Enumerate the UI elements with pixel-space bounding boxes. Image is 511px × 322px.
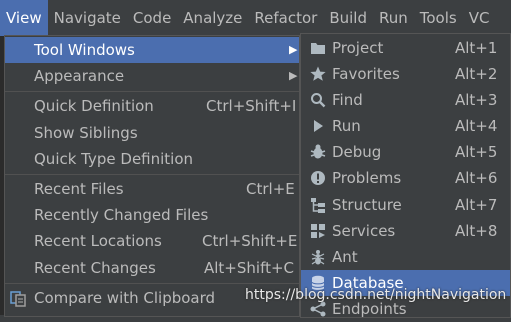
tool-window-find[interactable]: Find Alt+3 (301, 87, 510, 113)
menu-item-shortcut: Alt+6 (455, 169, 498, 187)
tool-window-run[interactable]: Run Alt+4 (301, 113, 510, 139)
menu-item-label: Tool Windows (34, 41, 135, 59)
menu-item-label: Quick Type Definition (34, 150, 194, 168)
view-menu-item-tool-windows[interactable]: Tool Windows ▶ (5, 37, 299, 63)
menu-navigate[interactable]: Navigate (48, 0, 127, 36)
star-icon (309, 65, 327, 83)
menu-item-label: Run (332, 117, 361, 135)
menu-item-label: Services (332, 222, 396, 240)
tool-window-problems[interactable]: Problems Alt+6 (301, 165, 510, 191)
view-menu-item-show-siblings[interactable]: Show Siblings (5, 120, 299, 146)
menu-item-label: Quick Definition (34, 97, 154, 115)
view-menu-item-quick-type-definition[interactable]: Quick Type Definition (5, 146, 299, 172)
menu-item-shortcut: Alt+Shift+C (204, 259, 295, 277)
tool-windows-submenu: Project Alt+1 Favorites Alt+2 Find Alt+3… (300, 33, 511, 318)
menu-item-label: Recent Files (34, 180, 124, 198)
search-icon (309, 91, 327, 109)
menu-item-label: Recent Locations (34, 232, 162, 250)
view-menu-item-recently-changed-files[interactable]: Recently Changed Files (5, 202, 299, 228)
warning-icon (309, 169, 327, 187)
menu-item-shortcut: Ctrl+Shift+E (202, 232, 298, 250)
menu-item-label: Debug (332, 143, 382, 161)
menu-vcs[interactable]: VC (463, 0, 496, 36)
menu-analyze[interactable]: Analyze (177, 0, 248, 36)
menu-item-label: Project (332, 39, 384, 57)
services-icon (309, 222, 327, 240)
compare-icon (9, 289, 27, 307)
menu-tools[interactable]: Tools (414, 0, 463, 36)
menu-item-label: Find (332, 91, 363, 109)
menu-separator (5, 283, 299, 284)
menu-refactor[interactable]: Refactor (248, 0, 323, 36)
menu-item-label: Compare with Clipboard (34, 289, 216, 307)
menu-separator (5, 91, 299, 92)
menu-run[interactable]: Run (373, 0, 414, 36)
view-menu-item-appearance[interactable]: Appearance ▶ (5, 63, 299, 89)
ant-icon (309, 248, 327, 266)
tool-window-favorites[interactable]: Favorites Alt+2 (301, 61, 510, 87)
bug-icon (309, 143, 327, 161)
menu-item-label: Problems (332, 169, 402, 187)
menu-item-shortcut: Alt+1 (455, 39, 498, 57)
menu-item-shortcut: Alt+4 (455, 117, 498, 135)
menu-item-label: Favorites (332, 65, 400, 83)
view-menu-item-quick-definition[interactable]: Quick Definition Ctrl+Shift+I (5, 93, 299, 119)
menu-item-label: Recent Changes (34, 259, 156, 277)
watermark-url: https://blog.csdn.net/nightNavigation (245, 287, 507, 303)
folder-icon (309, 39, 327, 57)
structure-icon (309, 196, 327, 214)
menu-item-label: Recently Changed Files (34, 206, 209, 224)
menu-item-shortcut: Alt+2 (455, 65, 498, 83)
menu-item-shortcut: Alt+5 (455, 143, 498, 161)
tool-window-debug[interactable]: Debug Alt+5 (301, 139, 510, 165)
submenu-arrow-icon: ▶ (289, 43, 298, 56)
submenu-arrow-icon: ▶ (289, 69, 298, 82)
menu-item-shortcut: Ctrl+Shift+I (206, 97, 297, 115)
menu-item-shortcut: Alt+7 (455, 196, 498, 214)
menu-item-label: Show Siblings (34, 124, 138, 142)
menu-item-shortcut: Alt+3 (455, 91, 498, 109)
play-icon (309, 117, 327, 135)
menu-item-shortcut: Alt+8 (455, 222, 498, 240)
menu-separator (5, 174, 299, 175)
menu-code[interactable]: Code (127, 0, 177, 36)
tool-window-project[interactable]: Project Alt+1 (301, 35, 510, 61)
tool-window-structure[interactable]: Structure Alt+7 (301, 192, 510, 218)
menu-item-shortcut: Ctrl+E (246, 180, 295, 198)
menu-item-label: Ant (332, 248, 358, 266)
view-menu-item-recent-locations[interactable]: Recent Locations Ctrl+Shift+E (5, 228, 299, 254)
menu-view[interactable]: View (0, 0, 48, 36)
menu-build[interactable]: Build (323, 0, 373, 36)
view-menu-item-recent-changes[interactable]: Recent Changes Alt+Shift+C (5, 255, 299, 281)
tool-window-ant[interactable]: Ant (301, 244, 510, 270)
menu-item-label: Appearance (34, 67, 125, 85)
menu-bar: View Navigate Code Analyze Refactor Buil… (0, 0, 511, 36)
view-menu: Tool Windows ▶ Appearance ▶ Quick Defini… (4, 35, 300, 317)
tool-window-services[interactable]: Services Alt+8 (301, 218, 510, 244)
menu-item-label: Structure (332, 196, 402, 214)
view-menu-item-recent-files[interactable]: Recent Files Ctrl+E (5, 176, 299, 202)
